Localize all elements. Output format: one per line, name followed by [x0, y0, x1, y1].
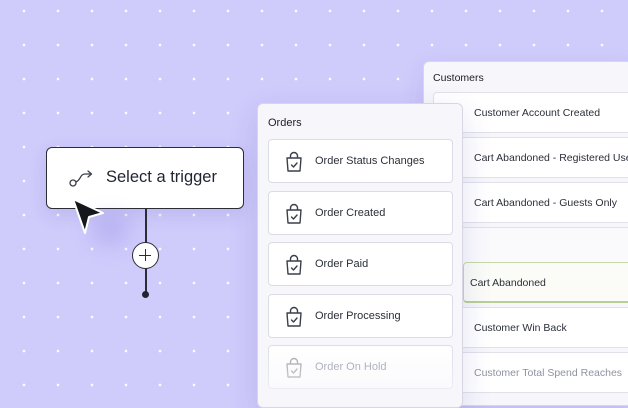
order-trigger-item[interactable]: Order Paid — [268, 242, 453, 286]
order-trigger-label: Order Processing — [315, 310, 401, 322]
customer-trigger-label: Cart Abandoned — [470, 277, 546, 289]
connector-endpoint — [142, 291, 149, 298]
orders-panel-title: Orders — [268, 117, 302, 129]
mouse-pointer-icon — [72, 198, 104, 234]
shopping-bag-check-icon — [286, 254, 302, 275]
customer-trigger-label: Customer Total Spend Reaches — [474, 367, 623, 379]
shopping-bag-check-icon — [286, 203, 302, 224]
shopping-bag-check-icon — [286, 306, 302, 327]
orders-trigger-panel: Orders Order Status Changes Order Create… — [257, 103, 463, 408]
add-step-button[interactable] — [132, 242, 159, 269]
customer-trigger-item-selected[interactable]: Cart Abandoned — [463, 262, 628, 303]
customer-trigger-label: Cart Abandoned - Registered Use.. — [474, 152, 628, 164]
order-trigger-label: Order On Hold — [315, 361, 387, 373]
order-trigger-label: Order Status Changes — [315, 155, 425, 167]
route-icon — [69, 170, 93, 187]
customers-panel-title: Customers — [433, 72, 484, 84]
order-trigger-label: Order Created — [315, 207, 386, 219]
shopping-bag-check-icon — [286, 357, 302, 378]
order-trigger-item[interactable]: Order Status Changes — [268, 139, 453, 183]
customer-trigger-label: Customer Account Created — [474, 107, 601, 119]
order-trigger-item[interactable]: Order Processing — [268, 294, 453, 338]
order-trigger-item[interactable]: Order On Hold — [268, 345, 453, 389]
customer-trigger-label: Cart Abandoned - Guests Only — [474, 197, 617, 209]
shopping-bag-check-icon — [286, 151, 302, 172]
customer-trigger-label: Customer Win Back — [474, 322, 567, 334]
select-trigger-label: Select a trigger — [106, 168, 217, 186]
order-trigger-label: Order Paid — [315, 258, 369, 270]
order-trigger-item[interactable]: Order Created — [268, 191, 453, 235]
